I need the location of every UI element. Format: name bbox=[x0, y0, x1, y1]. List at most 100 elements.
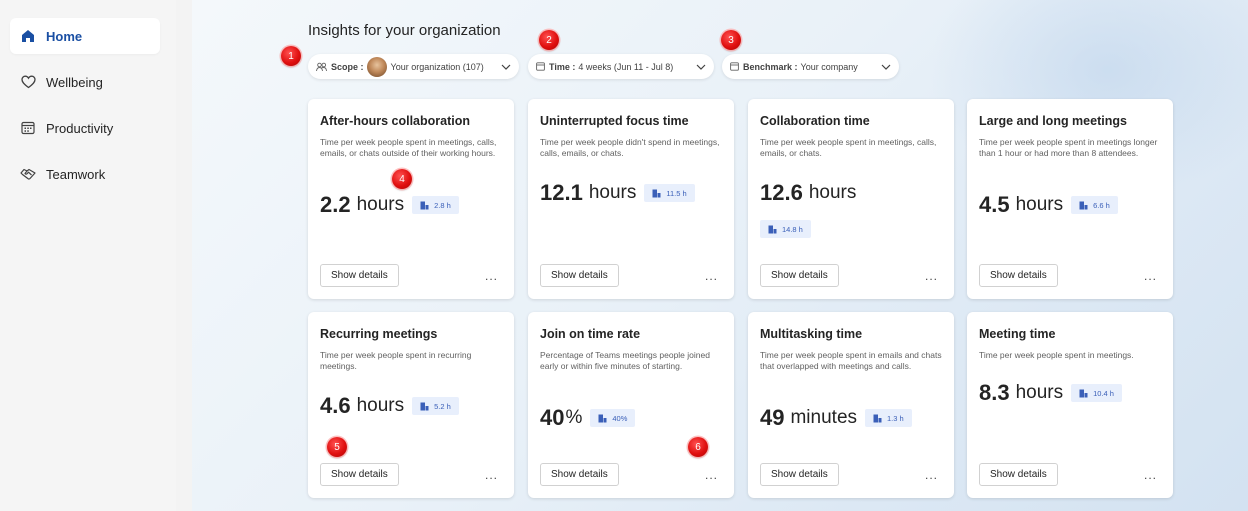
metric-unit: hours bbox=[1015, 382, 1064, 403]
metric-unit: hours bbox=[356, 395, 405, 416]
card-metric: 4.6 hours 5.2 h bbox=[320, 393, 459, 419]
card-title: Recurring meetings bbox=[320, 327, 438, 341]
card-title: After-hours collaboration bbox=[320, 114, 471, 128]
benchmark-badge: 5.2 h bbox=[412, 397, 459, 415]
callout-marker-3: 3 bbox=[721, 30, 741, 50]
chevron-down-icon bbox=[696, 62, 706, 72]
show-details-button[interactable]: Show details bbox=[760, 463, 839, 486]
calendar-icon bbox=[730, 62, 739, 71]
calendar-icon bbox=[536, 62, 545, 71]
building-icon bbox=[652, 189, 661, 198]
metric-value: 12.1 bbox=[540, 180, 583, 205]
benchmark-value: 2.8 h bbox=[434, 200, 451, 210]
time-label: Time : bbox=[549, 61, 576, 72]
chevron-down-icon bbox=[501, 62, 511, 72]
card-metric: 2.2 hours 2.8 h bbox=[320, 192, 459, 218]
benchmark-filter[interactable]: Benchmark : Your company bbox=[722, 54, 899, 79]
sidebar-item-productivity[interactable]: Productivity bbox=[10, 110, 160, 146]
insight-card-meeting-time: Meeting time Time per week people spent … bbox=[967, 312, 1173, 498]
card-metric: 8.3 hours 10.4 h bbox=[979, 380, 1122, 406]
card-metric: 12.6 hours bbox=[760, 180, 856, 206]
benchmark-badge: 40% bbox=[590, 409, 636, 427]
benchmark-value: 10.4 h bbox=[1093, 388, 1114, 398]
heart-icon bbox=[20, 74, 36, 90]
card-title: Multitasking time bbox=[760, 327, 863, 341]
building-icon bbox=[1079, 201, 1088, 210]
card-description: Time per week people spent in meetings l… bbox=[979, 137, 1158, 158]
calendar-icon bbox=[20, 120, 36, 136]
card-title: Join on time rate bbox=[540, 327, 641, 341]
benchmark-value: 40% bbox=[612, 413, 628, 423]
benchmark-value: 6.6 h bbox=[1093, 200, 1110, 210]
more-options-icon[interactable]: ... bbox=[925, 468, 938, 482]
building-icon bbox=[420, 201, 429, 210]
building-icon bbox=[420, 402, 429, 411]
building-icon bbox=[598, 414, 607, 423]
benchmark-badge: 6.6 h bbox=[1071, 196, 1118, 214]
benchmark-badge: 10.4 h bbox=[1071, 384, 1122, 402]
card-metric: 4.5 hours 6.6 h bbox=[979, 192, 1118, 218]
metric-unit: minutes bbox=[790, 407, 858, 428]
show-details-button[interactable]: Show details bbox=[540, 463, 619, 486]
building-icon bbox=[873, 414, 882, 423]
benchmark-label: Benchmark : bbox=[743, 61, 798, 72]
insight-card-collaboration-time: Collaboration time Time per week people … bbox=[748, 99, 954, 299]
building-icon bbox=[1079, 389, 1088, 398]
card-description: Time per week people spent in meetings, … bbox=[320, 137, 497, 158]
home-icon bbox=[20, 28, 36, 44]
card-metric: 49 minutes 1.3 h bbox=[760, 405, 912, 431]
sidebar-item-teamwork[interactable]: Teamwork bbox=[10, 156, 160, 192]
benchmark-value: 11.5 h bbox=[666, 188, 687, 198]
benchmark-value: 5.2 h bbox=[434, 401, 451, 411]
callout-marker-1: 1 bbox=[281, 46, 301, 66]
building-icon bbox=[768, 225, 777, 234]
metric-value: 4.6 bbox=[320, 393, 351, 418]
more-options-icon[interactable]: ... bbox=[485, 468, 498, 482]
sidebar-item-label: Productivity bbox=[46, 120, 114, 136]
card-title: Meeting time bbox=[979, 327, 1056, 341]
more-options-icon[interactable]: ... bbox=[485, 269, 498, 283]
callout-marker-5: 5 bbox=[327, 437, 347, 457]
show-details-button[interactable]: Show details bbox=[320, 264, 399, 287]
benchmark-badge: 2.8 h bbox=[412, 196, 459, 214]
sidebar-item-wellbeing[interactable]: Wellbeing bbox=[10, 64, 160, 100]
benchmark-value: 14.8 h bbox=[782, 224, 803, 234]
more-options-icon[interactable]: ... bbox=[1144, 468, 1157, 482]
benchmark-value: 1.3 h bbox=[887, 413, 904, 423]
time-filter[interactable]: Time : 4 weeks (Jun 11 - Jul 8) bbox=[528, 54, 714, 79]
callout-marker-6: 6 bbox=[688, 437, 708, 457]
metric-value: 2.2 bbox=[320, 192, 351, 217]
metric-unit: hours bbox=[588, 182, 637, 203]
insight-card-recurring-meetings: Recurring meetings Time per week people … bbox=[308, 312, 514, 498]
show-details-button[interactable]: Show details bbox=[979, 264, 1058, 287]
insight-card-after-hours: After-hours collaboration Time per week … bbox=[308, 99, 514, 299]
more-options-icon[interactable]: ... bbox=[925, 269, 938, 283]
insight-card-focus-time: Uninterrupted focus time Time per week p… bbox=[528, 99, 734, 299]
sidebar-item-label: Home bbox=[46, 28, 83, 44]
callout-marker-4: 4 bbox=[392, 169, 412, 189]
handshake-icon bbox=[20, 166, 36, 182]
card-metric: 40 % 40% bbox=[540, 405, 636, 431]
benchmark-badge: 14.8 h bbox=[760, 220, 811, 238]
sidebar-item-home[interactable]: Home bbox=[10, 18, 160, 54]
benchmark-badge: 11.5 h bbox=[644, 184, 695, 202]
show-details-button[interactable]: Show details bbox=[540, 264, 619, 287]
insight-card-join-on-time: Join on time rate Percentage of Teams me… bbox=[528, 312, 734, 498]
sidebar: Home Wellbeing Productivity Teamwork bbox=[0, 0, 176, 511]
show-details-button[interactable]: Show details bbox=[760, 264, 839, 287]
time-value: 4 weeks (Jun 11 - Jul 8) bbox=[578, 61, 674, 72]
metric-value: 40 bbox=[540, 405, 565, 430]
people-icon bbox=[316, 62, 327, 72]
show-details-button[interactable]: Show details bbox=[979, 463, 1058, 486]
metric-unit: hours bbox=[356, 194, 405, 215]
more-options-icon[interactable]: ... bbox=[705, 269, 718, 283]
metric-unit: hours bbox=[808, 182, 857, 203]
sidebar-item-label: Wellbeing bbox=[46, 74, 103, 90]
more-options-icon[interactable]: ... bbox=[705, 468, 718, 482]
scope-filter[interactable]: Scope : Your organization (107) bbox=[308, 54, 519, 79]
show-details-button[interactable]: Show details bbox=[320, 463, 399, 486]
more-options-icon[interactable]: ... bbox=[1144, 269, 1157, 283]
page-title: Insights for your organization bbox=[308, 22, 501, 39]
metric-unit: % bbox=[565, 407, 583, 428]
card-description: Time per week people spent in meetings. bbox=[979, 350, 1134, 360]
